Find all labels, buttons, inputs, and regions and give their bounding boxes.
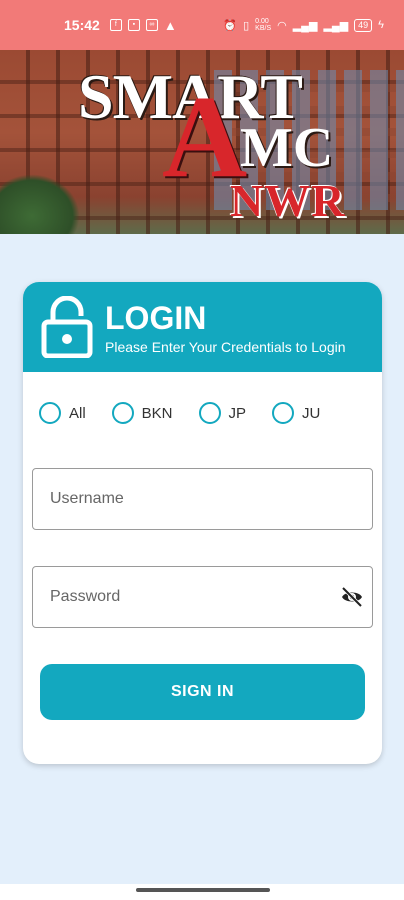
warning-icon: ▲ [163, 17, 177, 33]
notification-icons: f ▪ ∞ ▲ [109, 17, 177, 33]
password-placeholder: Password [50, 588, 121, 605]
radio-circle-icon[interactable] [111, 402, 134, 424]
home-gesture-handle[interactable] [136, 888, 270, 892]
app-notification-icon: f [109, 19, 122, 31]
radio-option-ju[interactable]: JU [272, 402, 320, 424]
status-time: 15:42 [64, 17, 100, 33]
radio-label: All [69, 404, 86, 422]
radio-option-bkn[interactable]: BKN [111, 402, 173, 424]
logo-nwr-text: NWR [230, 175, 346, 226]
radio-label: BKN [141, 404, 173, 422]
login-title: LOGIN [105, 299, 207, 336]
alarm-icon: ⏰ [223, 19, 238, 32]
charging-icon: ϟ [378, 19, 384, 31]
radio-circle-icon[interactable] [272, 402, 295, 424]
signal-icon: ▂▄▆ [292, 19, 318, 32]
radio-label: JP [228, 404, 247, 422]
radio-circle-icon[interactable] [198, 402, 221, 424]
system-icons: ⏰ ▯ 0.00 KB/S ◠ ▂▄▆ ▂▄▆ 49 ϟ [223, 18, 384, 32]
chat-notification-icon: ∞ [145, 19, 158, 31]
eye-off-icon[interactable] [340, 585, 364, 609]
sign-in-button[interactable]: SIGN IN [40, 664, 365, 720]
password-field[interactable]: Password [32, 566, 373, 628]
logo-mc-text: MC [240, 117, 334, 179]
login-title-block: LOGIN Please Enter Your Credentials to L… [105, 300, 346, 355]
network-speed: 0.00 KB/S [255, 18, 272, 32]
wifi-icon: ◠ [277, 19, 287, 32]
radio-option-all[interactable]: All [39, 402, 86, 424]
status-bar: 15:42 f ▪ ∞ ▲ ⏰ ▯ 0.00 KB/S ◠ ▂▄▆ ▂▄▆ 49… [0, 0, 404, 50]
username-field[interactable]: Username [32, 468, 373, 530]
signal-icon-2: ▂▄▆ [323, 19, 349, 32]
username-placeholder: Username [50, 490, 124, 507]
division-radio-group: All BKN JP JU [23, 372, 382, 424]
header-banner: SMART A MC NWR [0, 50, 404, 234]
lock-icon [41, 295, 93, 359]
battery-icon: 49 [354, 18, 373, 32]
radio-label: JU [302, 404, 321, 422]
login-card: LOGIN Please Enter Your Credentials to L… [23, 282, 382, 764]
login-card-header: LOGIN Please Enter Your Credentials to L… [23, 282, 382, 372]
smart-amc-logo: SMART A MC NWR [78, 60, 358, 230]
radio-option-jp[interactable]: JP [198, 402, 247, 424]
login-subtitle: Please Enter Your Credentials to Login [105, 338, 346, 355]
vibrate-icon: ▯ [243, 19, 250, 32]
gallery-notification-icon: ▪ [127, 19, 140, 31]
navigation-bar [0, 884, 404, 900]
tree-image [0, 174, 80, 234]
radio-circle-icon[interactable] [39, 402, 61, 424]
